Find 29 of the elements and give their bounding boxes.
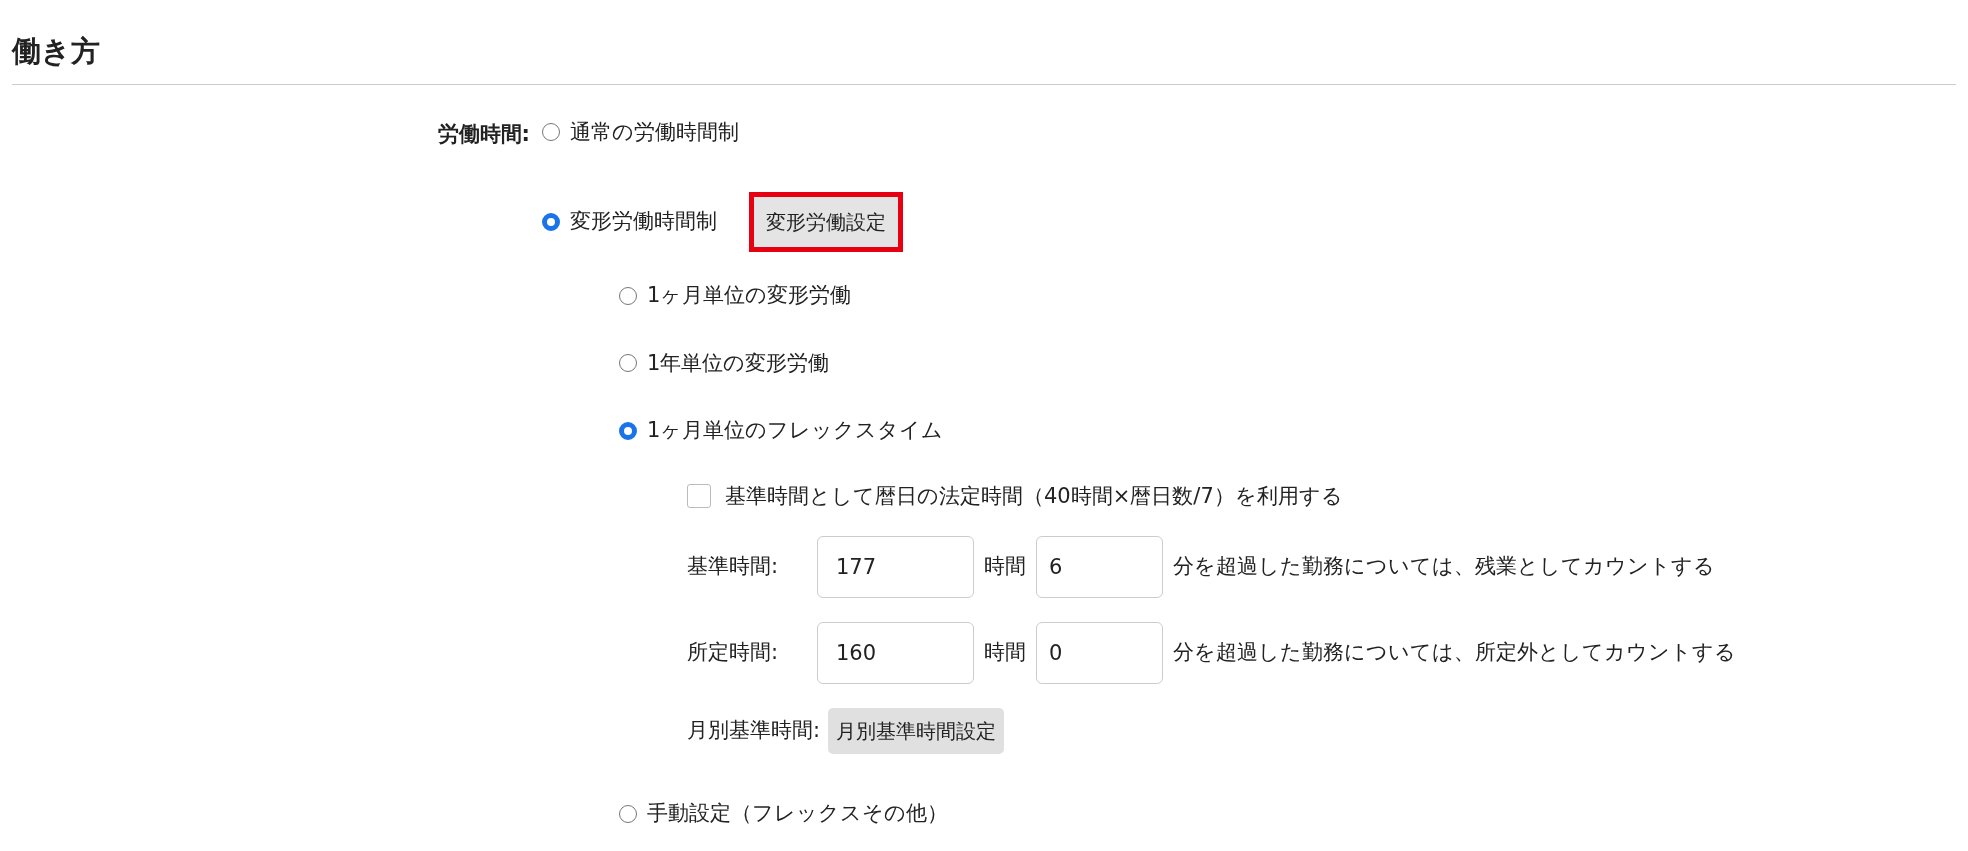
minutes-input[interactable]: 0 bbox=[1036, 622, 1163, 684]
section-title: 働き方 bbox=[12, 30, 1956, 85]
minutes-input[interactable]: 6 bbox=[1036, 536, 1163, 598]
radio-button[interactable] bbox=[542, 213, 560, 231]
radio-label[interactable]: 1年単位の変形労働 bbox=[647, 347, 830, 379]
radio-label[interactable]: 1ヶ月単位の変形労働 bbox=[647, 280, 852, 312]
settings-button[interactable]: 月別基準時間設定 bbox=[828, 708, 1005, 754]
checkbox[interactable] bbox=[687, 484, 711, 509]
radio-label[interactable]: 手動設定（フレックスその他） bbox=[647, 798, 948, 830]
unit-label: 時間 bbox=[984, 553, 1026, 581]
radio-button[interactable] bbox=[619, 286, 637, 305]
hours-input[interactable]: 177 bbox=[817, 536, 974, 598]
radio-label[interactable]: 通常の労働時間制 bbox=[570, 116, 739, 148]
radio-button[interactable] bbox=[542, 123, 560, 142]
radio-label[interactable]: 変形労働時間制 bbox=[570, 206, 717, 238]
radio-label[interactable]: 1ヶ月単位のフレックスタイム bbox=[647, 415, 944, 447]
radio-button[interactable] bbox=[619, 354, 637, 373]
field-label: 労働時間: bbox=[436, 120, 531, 148]
checkbox-label[interactable]: 基準時間として暦日の法定時間（40時間×暦日数/7）を利用する bbox=[725, 480, 1343, 512]
description-text: 分を超過した勤務については、残業としてカウントする bbox=[1173, 553, 1715, 581]
settings-button[interactable]: 変形労働設定 bbox=[749, 192, 903, 252]
hours-input[interactable]: 160 bbox=[817, 622, 974, 684]
radio-button[interactable] bbox=[619, 421, 637, 440]
radio-button[interactable] bbox=[619, 804, 637, 823]
field-label: 基準時間: bbox=[687, 553, 780, 581]
field-label: 月別基準時間: bbox=[687, 717, 821, 745]
description-text: 分を超過した勤務については、所定外としてカウントする bbox=[1173, 639, 1736, 667]
field-label: 所定時間: bbox=[687, 639, 780, 667]
unit-label: 時間 bbox=[984, 639, 1026, 667]
